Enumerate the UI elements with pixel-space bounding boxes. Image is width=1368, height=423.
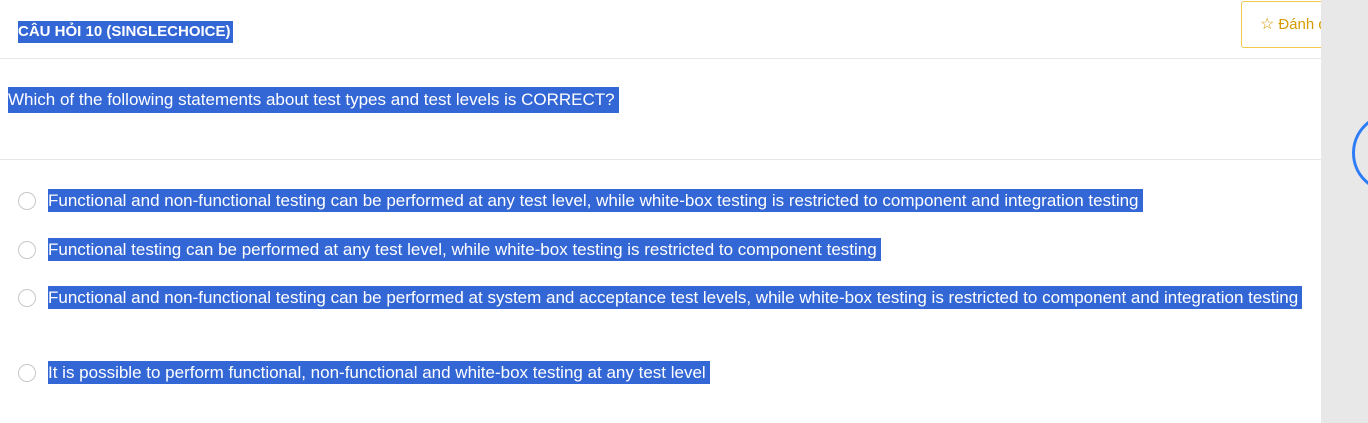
question-header: CÂU HỎI 10 (SINGLECHOICE) ☆ Đánh dấu bbox=[0, 0, 1368, 58]
answer-option-text: Functional testing can be performed at a… bbox=[48, 237, 881, 262]
answer-radio[interactable] bbox=[18, 289, 36, 307]
answer-option[interactable]: Functional and non-functional testing ca… bbox=[18, 188, 1143, 213]
answer-radio[interactable] bbox=[18, 192, 36, 210]
star-outline-icon: ☆ bbox=[1260, 15, 1275, 33]
answer-option-label: Functional and non-functional testing ca… bbox=[48, 189, 1143, 212]
answer-radio[interactable] bbox=[18, 364, 36, 382]
answer-option[interactable]: It is possible to perform functional, no… bbox=[18, 360, 710, 385]
question-text: Which of the following statements about … bbox=[8, 87, 619, 113]
header-divider bbox=[0, 58, 1321, 59]
answer-option-label: Functional and non-functional testing ca… bbox=[48, 286, 1303, 309]
answer-option-text: Functional and non-functional testing ca… bbox=[48, 188, 1143, 213]
answer-option[interactable]: Functional testing can be performed at a… bbox=[18, 237, 881, 262]
right-side-panel bbox=[1321, 0, 1368, 423]
answer-option-label: Functional testing can be performed at a… bbox=[48, 238, 881, 261]
answer-option-text: Functional and non-functional testing ca… bbox=[48, 285, 1303, 310]
question-number-label: CÂU HỎI 10 (SINGLECHOICE) bbox=[18, 21, 233, 43]
answer-option[interactable]: Functional and non-functional testing ca… bbox=[18, 285, 1338, 310]
answer-radio[interactable] bbox=[18, 241, 36, 259]
answer-option-text: It is possible to perform functional, no… bbox=[48, 360, 710, 385]
question-divider bbox=[0, 159, 1321, 160]
answer-option-label: It is possible to perform functional, no… bbox=[48, 361, 710, 384]
